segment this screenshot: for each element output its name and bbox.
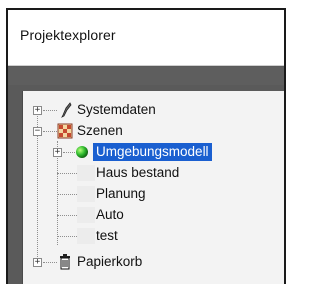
tree-connector — [43, 262, 57, 263]
empty-icon-slot — [77, 165, 95, 181]
panel-title: Projektexplorer — [20, 27, 116, 43]
tree-connector — [63, 152, 75, 153]
scene-grid-icon — [57, 123, 73, 139]
tree-item-test[interactable]: test — [23, 225, 283, 247]
tree-item-umgebungsmodell[interactable]: + Umgebungsmodell — [23, 141, 283, 163]
trash-icon — [60, 254, 70, 270]
tree-connector — [57, 236, 77, 237]
tree-connector — [57, 215, 77, 216]
tree-item-planung[interactable]: Planung — [23, 183, 283, 205]
tree-item-label: Papierkorb — [77, 254, 143, 269]
panel-header: Projektexplorer — [8, 10, 284, 66]
tree-item-label: Auto — [96, 207, 124, 222]
expand-systemdaten[interactable]: + — [33, 106, 42, 115]
tree-item-label: test — [96, 228, 118, 243]
project-explorer-window: Projektexplorer + Systemdaten − Szenen +… — [6, 8, 286, 284]
empty-icon-slot — [77, 186, 95, 202]
toolbar-strip — [8, 67, 284, 85]
collapse-szenen[interactable]: − — [33, 127, 42, 136]
tree-item-haus-bestand[interactable]: Haus bestand — [23, 162, 283, 184]
green-sphere-icon — [76, 146, 88, 158]
tree-item-label: Systemdaten — [77, 102, 156, 117]
tree-item-szenen[interactable]: − Szenen — [23, 120, 283, 142]
empty-icon-slot — [77, 228, 95, 244]
tree-area: + Systemdaten − Szenen + Umgebungsmodell… — [8, 85, 284, 284]
wrench-icon — [61, 102, 72, 118]
tree-item-auto[interactable]: Auto — [23, 204, 283, 226]
tree-connector — [43, 110, 57, 111]
expand-umgebungsmodell[interactable]: + — [53, 148, 62, 157]
tree-connector — [43, 131, 57, 132]
tree-item-label: Umgebungsmodell — [93, 143, 212, 161]
tree-connector — [57, 173, 77, 174]
project-tree: + Systemdaten − Szenen + Umgebungsmodell… — [22, 91, 284, 284]
tree-item-label: Szenen — [77, 123, 123, 138]
tree-connector — [57, 194, 77, 195]
tree-item-label: Planung — [96, 186, 146, 201]
tree-item-papierkorb[interactable]: + Papierkorb — [23, 251, 283, 273]
empty-icon-slot — [77, 207, 95, 223]
tree-item-label: Haus bestand — [96, 165, 180, 180]
tree-item-systemdaten[interactable]: + Systemdaten — [23, 99, 283, 121]
expand-papierkorb[interactable]: + — [33, 258, 42, 267]
